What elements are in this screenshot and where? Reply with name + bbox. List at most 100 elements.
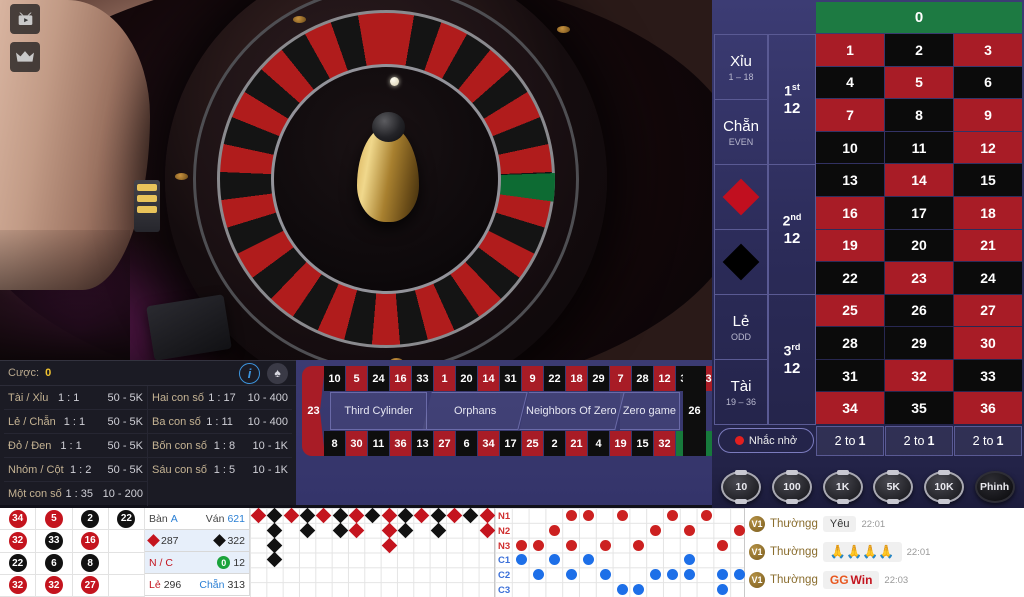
board-number-25[interactable]: 25 bbox=[816, 294, 884, 327]
racetrack-number-13[interactable]: 13 bbox=[412, 431, 433, 456]
info-icon[interactable]: i bbox=[239, 362, 260, 384]
board-number-31[interactable]: 31 bbox=[816, 359, 884, 392]
board-number-27[interactable]: 27 bbox=[954, 294, 1022, 327]
chip-5k[interactable]: 5K bbox=[873, 469, 914, 504]
board-number-32[interactable]: 32 bbox=[885, 359, 953, 392]
racetrack-number-5[interactable]: 5 bbox=[346, 366, 367, 391]
column-bet-1[interactable]: 2 to 1 bbox=[816, 426, 884, 456]
racetrack-number-1[interactable]: 1 bbox=[434, 366, 455, 391]
call-bet-zero-game[interactable]: Zero game bbox=[619, 392, 680, 430]
chip-1k[interactable]: 1K bbox=[822, 469, 863, 504]
racetrack-number-33[interactable]: 33 bbox=[412, 366, 433, 391]
board-number-33[interactable]: 33 bbox=[954, 359, 1022, 392]
board-number-23[interactable]: 23 bbox=[885, 262, 953, 294]
racetrack-number-4[interactable]: 4 bbox=[588, 431, 609, 456]
racetrack-number-2[interactable]: 2 bbox=[544, 431, 565, 456]
outside-bet-black[interactable] bbox=[714, 229, 768, 295]
dozen-bet-2nd[interactable]: 2nd 12 bbox=[768, 164, 816, 295]
call-bet-third-cylinder[interactable]: Third Cylinder bbox=[330, 392, 428, 430]
board-number-14[interactable]: 14 bbox=[885, 164, 953, 196]
board-number-16[interactable]: 16 bbox=[816, 196, 884, 229]
board-number-4[interactable]: 4 bbox=[816, 66, 884, 99]
chip-100[interactable]: 100 bbox=[771, 469, 812, 504]
board-number-10[interactable]: 10 bbox=[816, 131, 884, 164]
racetrack-number-18[interactable]: 18 bbox=[566, 366, 587, 391]
racetrack-number-28[interactable]: 28 bbox=[632, 366, 653, 391]
racetrack-number-23[interactable]: 23 bbox=[302, 366, 325, 456]
chip-10[interactable]: 10 bbox=[721, 469, 762, 504]
board-number-2[interactable]: 2 bbox=[885, 34, 953, 66]
board-number-12[interactable]: 12 bbox=[954, 131, 1022, 164]
board-number-18[interactable]: 18 bbox=[954, 196, 1022, 229]
board-number-20[interactable]: 20 bbox=[885, 229, 953, 262]
racetrack-number-22[interactable]: 22 bbox=[544, 366, 565, 391]
racetrack-number-9[interactable]: 9 bbox=[522, 366, 543, 391]
racetrack-number-20[interactable]: 20 bbox=[456, 366, 477, 391]
outside-bet-Chẵn[interactable]: Chẵn EVEN bbox=[714, 99, 768, 165]
board-number-6[interactable]: 6 bbox=[954, 66, 1022, 99]
board-number-0[interactable]: 0 bbox=[816, 2, 1022, 33]
video-icon[interactable] bbox=[10, 4, 40, 34]
racetrack-number-25[interactable]: 25 bbox=[522, 431, 543, 456]
board-number-28[interactable]: 28 bbox=[816, 327, 884, 359]
dozen-bet-1st[interactable]: 1st 12 bbox=[768, 34, 816, 165]
racetrack-number-15[interactable]: 15 bbox=[632, 431, 653, 456]
board-number-26[interactable]: 26 bbox=[885, 294, 953, 327]
board-number-24[interactable]: 24 bbox=[954, 262, 1022, 294]
board-number-21[interactable]: 21 bbox=[954, 229, 1022, 262]
chip-10k[interactable]: 10K bbox=[923, 469, 964, 504]
call-bet-neighbors-of-zero[interactable]: Neighbors Of Zero bbox=[518, 392, 625, 430]
racetrack-number-30[interactable]: 30 bbox=[346, 431, 367, 456]
crown-icon[interactable] bbox=[10, 42, 40, 72]
board-number-13[interactable]: 13 bbox=[816, 164, 884, 196]
racetrack-number-8[interactable]: 8 bbox=[324, 431, 345, 456]
racetrack-number-17[interactable]: 17 bbox=[500, 431, 521, 456]
board-number-30[interactable]: 30 bbox=[954, 327, 1022, 359]
board-number-9[interactable]: 9 bbox=[954, 99, 1022, 131]
racetrack-number-21[interactable]: 21 bbox=[566, 431, 587, 456]
racetrack-number-31[interactable]: 31 bbox=[500, 366, 521, 391]
board-number-8[interactable]: 8 bbox=[885, 99, 953, 131]
chip-phinh[interactable]: Phinh bbox=[974, 470, 1015, 503]
board-number-36[interactable]: 36 bbox=[954, 392, 1022, 424]
board-number-7[interactable]: 7 bbox=[816, 99, 884, 131]
big-road-chart[interactable] bbox=[250, 507, 512, 597]
nc-pattern-chart[interactable]: N1 N2 N3 C1 C2 C3 bbox=[495, 508, 762, 597]
racetrack-number-14[interactable]: 14 bbox=[478, 366, 499, 391]
outside-bet-Lẻ[interactable]: Lẻ ODD bbox=[714, 294, 768, 360]
racetrack-number-6[interactable]: 6 bbox=[456, 431, 477, 456]
board-number-3[interactable]: 3 bbox=[954, 34, 1022, 66]
outside-bet-Tài[interactable]: Tài 19 – 36 bbox=[714, 359, 768, 425]
board-number-11[interactable]: 11 bbox=[885, 131, 953, 164]
racetrack-number-12[interactable]: 12 bbox=[654, 366, 675, 391]
racetrack-number-32[interactable]: 32 bbox=[654, 431, 675, 456]
column-bet-2[interactable]: 2 to 1 bbox=[885, 426, 953, 456]
board-number-19[interactable]: 19 bbox=[816, 229, 884, 262]
board-number-22[interactable]: 22 bbox=[816, 262, 884, 294]
board-number-29[interactable]: 29 bbox=[885, 327, 953, 359]
racetrack-number-24[interactable]: 24 bbox=[368, 366, 389, 391]
racetrack-number-10[interactable]: 10 bbox=[324, 366, 345, 391]
racetrack-number-34[interactable]: 34 bbox=[478, 431, 499, 456]
reminder-button[interactable]: Nhắc nhở bbox=[718, 428, 814, 453]
spade-icon[interactable]: ♠ bbox=[267, 362, 288, 384]
racetrack-number-27[interactable]: 27 bbox=[434, 431, 455, 456]
outside-bet-Xỉu[interactable]: Xỉu 1 – 18 bbox=[714, 34, 768, 100]
board-number-35[interactable]: 35 bbox=[885, 392, 953, 424]
racetrack-number-29[interactable]: 29 bbox=[588, 366, 609, 391]
racetrack-number-36[interactable]: 36 bbox=[390, 431, 411, 456]
racetrack-number-16[interactable]: 16 bbox=[390, 366, 411, 391]
board-number-17[interactable]: 17 bbox=[885, 196, 953, 229]
dozen-bet-3rd[interactable]: 3rd 12 bbox=[768, 294, 816, 425]
racetrack-number-26[interactable]: 26 bbox=[683, 366, 706, 456]
board-number-34[interactable]: 34 bbox=[816, 392, 884, 424]
column-bet-3[interactable]: 2 to 1 bbox=[954, 426, 1022, 456]
racetrack-number-7[interactable]: 7 bbox=[610, 366, 631, 391]
racetrack-number-19[interactable]: 19 bbox=[610, 431, 631, 456]
call-bet-orphans[interactable]: Orphans bbox=[422, 392, 529, 430]
racetrack-number-11[interactable]: 11 bbox=[368, 431, 389, 456]
board-number-15[interactable]: 15 bbox=[954, 164, 1022, 196]
board-number-5[interactable]: 5 bbox=[885, 66, 953, 99]
board-number-1[interactable]: 1 bbox=[816, 34, 884, 66]
outside-bet-red[interactable] bbox=[714, 164, 768, 230]
